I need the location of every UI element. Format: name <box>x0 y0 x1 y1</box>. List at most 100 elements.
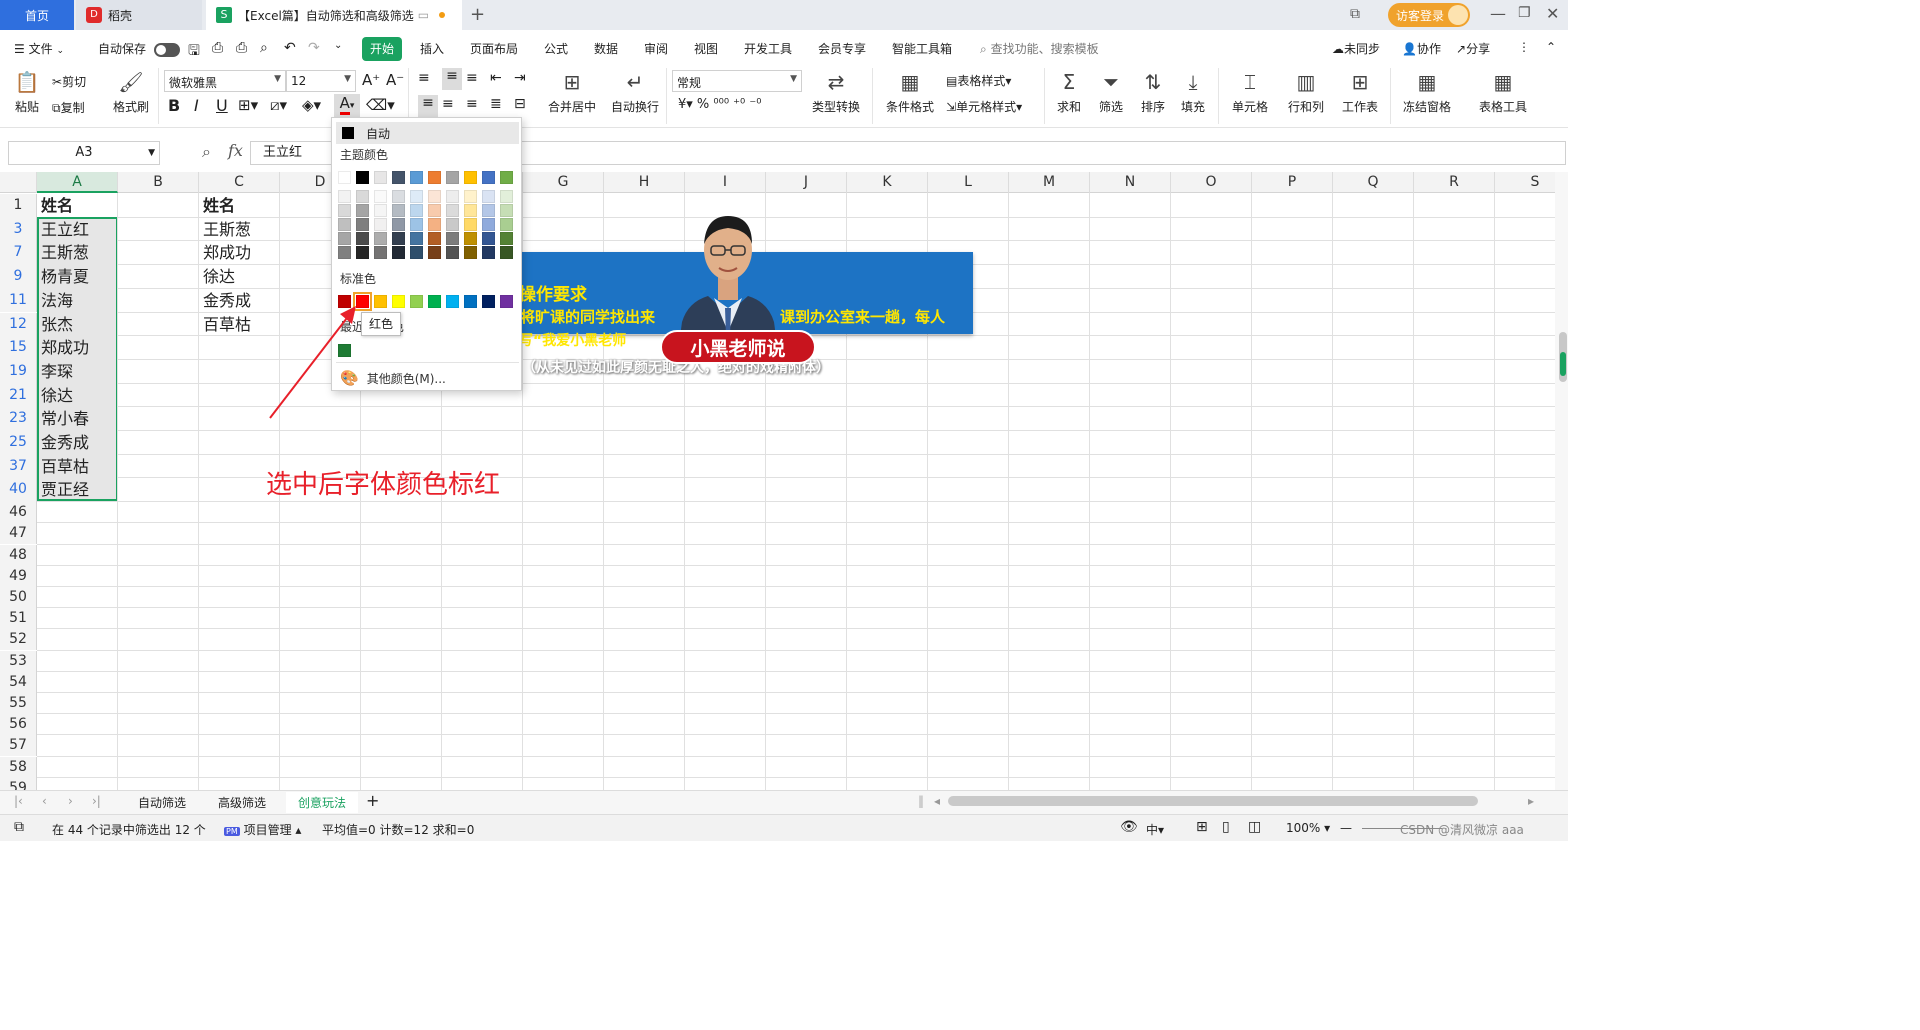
theme-swatch[interactable] <box>482 232 495 245</box>
theme-swatch[interactable] <box>338 190 351 203</box>
column-header-M[interactable]: M <box>1009 172 1090 193</box>
cell-A40[interactable]: 贾正经 <box>37 479 89 501</box>
cell-A37[interactable]: 百草枯 <box>37 456 89 478</box>
tab-start[interactable]: 开始 <box>362 37 402 61</box>
row-col-button[interactable]: ▥ 行和列 <box>1282 68 1330 115</box>
font-name-select[interactable]: 微软雅黑 ▼ <box>164 70 286 92</box>
first-sheet-icon[interactable]: |‹ <box>14 794 23 808</box>
border-icon[interactable]: ⊞▾ <box>238 96 258 114</box>
column-header-J[interactable]: J <box>766 172 847 193</box>
split-handle-icon[interactable]: ‖ <box>918 794 924 808</box>
row-header-15[interactable]: 15 <box>0 336 37 360</box>
paste-button[interactable]: 📋 粘贴 <box>10 68 44 115</box>
theme-swatch[interactable] <box>356 218 369 231</box>
row-header-11[interactable]: 11 <box>0 288 37 313</box>
column-header-O[interactable]: O <box>1171 172 1252 193</box>
cell-A23[interactable]: 常小春 <box>37 408 89 430</box>
theme-swatch[interactable] <box>410 218 423 231</box>
theme-swatch[interactable] <box>428 218 441 231</box>
standard-swatch[interactable] <box>374 295 387 308</box>
standard-swatch[interactable] <box>410 295 423 308</box>
sheet-tab-creative[interactable]: 创意玩法 <box>286 792 359 813</box>
theme-swatch[interactable] <box>500 246 513 259</box>
zoom-formula-icon[interactable]: ⌕ <box>202 142 211 162</box>
name-box[interactable]: A3 ▼ <box>8 141 160 165</box>
underline-icon[interactable]: U <box>216 96 228 115</box>
theme-swatch[interactable] <box>392 246 405 259</box>
theme-swatch[interactable] <box>392 218 405 231</box>
fill-color-icon[interactable]: ◈▾ <box>302 96 321 114</box>
print-preview-icon[interactable]: ⌕ <box>260 40 268 56</box>
clear-format-icon[interactable]: ⌫▾ <box>366 96 395 114</box>
theme-swatch[interactable] <box>392 232 405 245</box>
normal-view-icon[interactable]: ⊞ <box>1196 819 1208 835</box>
tab-home[interactable]: 首页 <box>0 0 74 30</box>
standard-swatch[interactable] <box>392 295 405 308</box>
page-layout-view-icon[interactable]: ▯ <box>1222 819 1230 835</box>
cell-C1[interactable]: 姓名 <box>199 195 235 217</box>
align-bottom-icon[interactable]: ≡ <box>466 70 478 86</box>
prev-sheet-icon[interactable]: ‹ <box>42 794 47 808</box>
search-box[interactable]: ⌕ 查找功能、搜索模板 <box>980 40 1099 57</box>
row-header-25[interactable]: 25 <box>0 431 37 455</box>
theme-swatch[interactable] <box>338 246 351 259</box>
row-header-50[interactable]: 50 <box>0 586 37 609</box>
row-header-58[interactable]: 58 <box>0 756 37 778</box>
collaborate-button[interactable]: 👤协作 <box>1402 40 1441 57</box>
decrease-font-icon[interactable]: A⁻ <box>386 71 404 89</box>
align-left-icon[interactable]: ≡ <box>418 95 438 117</box>
theme-swatch[interactable] <box>410 190 423 203</box>
cell-A21[interactable]: 徐达 <box>37 385 73 407</box>
theme-swatch[interactable] <box>446 232 459 245</box>
select-all-corner[interactable] <box>0 172 37 193</box>
theme-swatch[interactable] <box>446 246 459 259</box>
theme-swatch[interactable] <box>356 171 369 184</box>
cell-A3[interactable]: 王立红 <box>37 219 89 241</box>
format-painter-button[interactable]: 🖌 格式刷 <box>110 68 152 115</box>
sort-button[interactable]: ⇅ 排序 <box>1136 68 1170 115</box>
theme-swatch[interactable] <box>374 190 387 203</box>
restore-icon[interactable]: ❐ <box>1518 5 1531 21</box>
theme-swatch[interactable] <box>428 204 441 217</box>
column-header-R[interactable]: R <box>1414 172 1495 193</box>
row-header-57[interactable]: 57 <box>0 735 37 757</box>
sum-button[interactable]: Σ 求和 <box>1052 68 1086 115</box>
worksheet-button[interactable]: ⊞ 工作表 <box>1336 68 1384 115</box>
theme-swatch[interactable] <box>482 190 495 203</box>
row-header-12[interactable]: 12 <box>0 312 37 337</box>
theme-swatch[interactable] <box>410 232 423 245</box>
close-icon[interactable]: ✕ <box>1546 4 1559 23</box>
row-header-46[interactable]: 46 <box>0 502 37 524</box>
cell-C12[interactable]: 百草枯 <box>199 314 251 336</box>
font-color-button[interactable]: A▾ <box>334 94 360 118</box>
theme-swatch[interactable] <box>482 246 495 259</box>
tab-review[interactable]: 审阅 <box>644 40 668 57</box>
row-header-47[interactable]: 47 <box>0 523 37 545</box>
standard-swatch[interactable] <box>482 295 495 308</box>
add-sheet-icon[interactable]: + <box>366 791 379 810</box>
input-method-icon[interactable]: 中▾ <box>1146 821 1164 838</box>
cell-A7[interactable]: 王斯葱 <box>37 242 89 264</box>
type-convert-button[interactable]: ⇄ 类型转换 <box>806 68 866 115</box>
zoom-level[interactable]: 100% ▾ <box>1286 821 1330 835</box>
scroll-right-icon[interactable]: ▸ <box>1528 794 1534 808</box>
save-icon[interactable]: 🖫 <box>188 40 200 64</box>
collapse-ribbon-icon[interactable]: ⌃ <box>1546 40 1556 54</box>
tab-page-layout[interactable]: 页面布局 <box>470 40 518 57</box>
theme-swatch[interactable] <box>374 204 387 217</box>
vertical-scrollbar[interactable] <box>1555 172 1568 790</box>
share-button[interactable]: ↗分享 <box>1456 40 1490 57</box>
theme-swatch[interactable] <box>410 246 423 259</box>
cell-C11[interactable]: 金秀成 <box>199 290 251 312</box>
row-header-23[interactable]: 23 <box>0 407 37 431</box>
standard-swatch[interactable] <box>500 295 513 308</box>
undo-icon[interactable]: ↶ <box>284 40 296 56</box>
column-header-B[interactable]: B <box>118 172 199 193</box>
tab-daoke[interactable]: D 稻壳 <box>76 0 202 30</box>
cell-A15[interactable]: 郑成功 <box>37 337 89 359</box>
eye-protection-icon[interactable]: 👁 <box>1120 819 1138 835</box>
login-button[interactable]: 访客登录 <box>1388 3 1470 27</box>
row-header-37[interactable]: 37 <box>0 454 37 479</box>
cell-C9[interactable]: 徐达 <box>199 266 235 288</box>
cell-style-button[interactable]: ⇲单元格样式▾ <box>946 98 1022 115</box>
